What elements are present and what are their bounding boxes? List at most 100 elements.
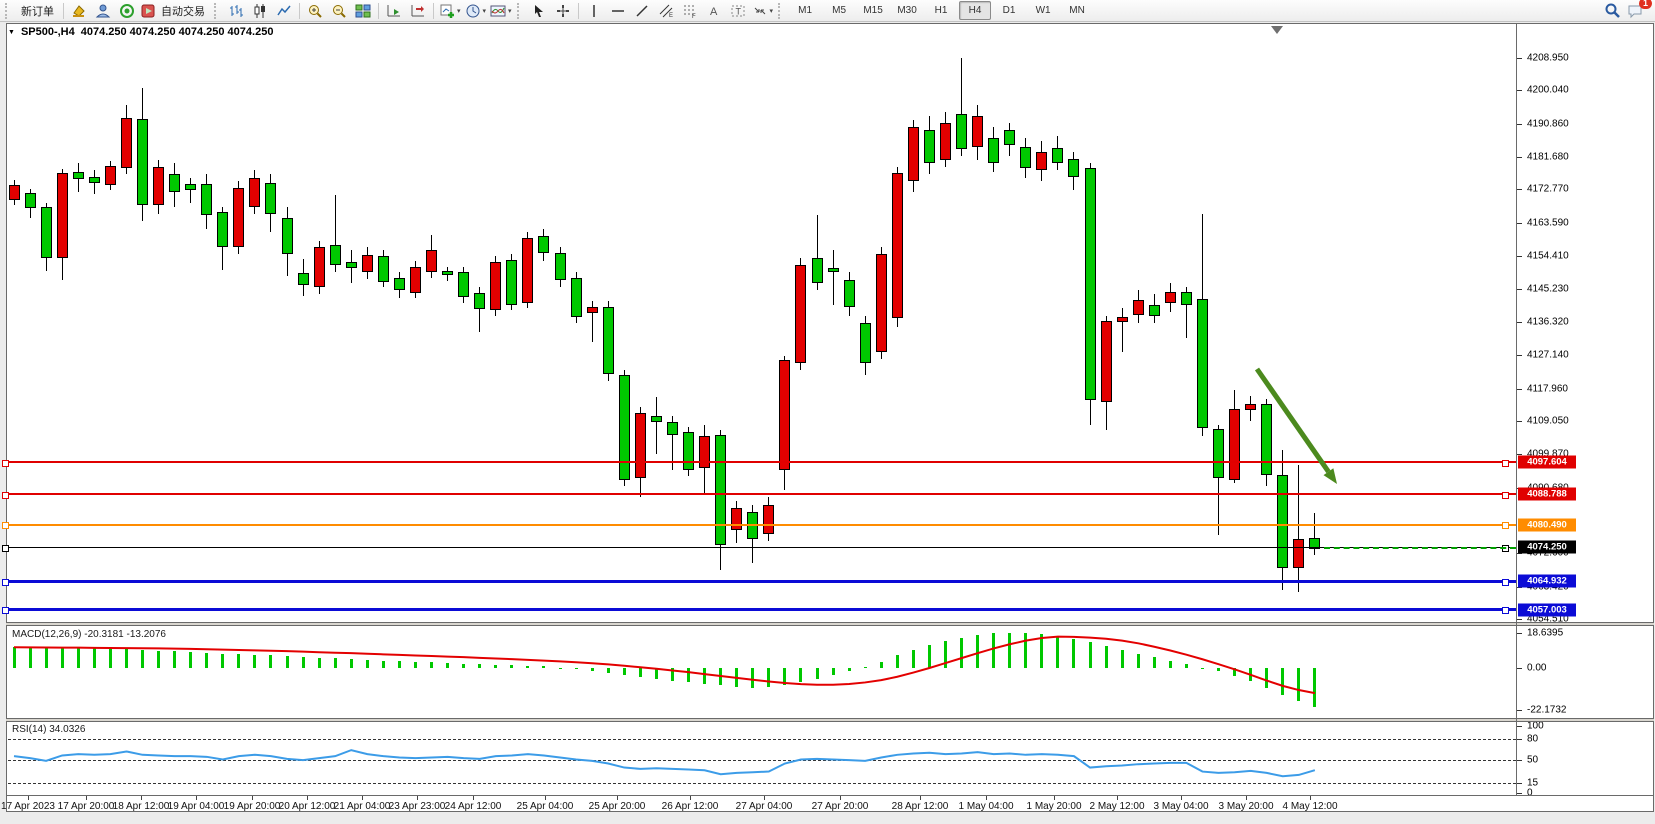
- text-tool-icon[interactable]: A: [703, 1, 725, 21]
- zoom-out-icon[interactable]: [328, 1, 350, 21]
- templates-icon[interactable]: ▾: [489, 1, 513, 21]
- macd-histogram-bar: [751, 668, 754, 688]
- text-label-tool-icon[interactable]: T: [727, 1, 749, 21]
- candle: [378, 256, 389, 282]
- macd-histogram-bar: [559, 668, 562, 669]
- pane-splitter[interactable]: [6, 718, 1654, 719]
- horizontal-line-object[interactable]: [8, 493, 1516, 495]
- candle: [635, 413, 646, 478]
- line-handle[interactable]: [1502, 579, 1509, 586]
- macd-signal-line: [8, 626, 1516, 718]
- periods-icon[interactable]: ▾: [464, 1, 488, 21]
- candlestick-chart-type-icon[interactable]: [249, 1, 271, 21]
- annotation-arrow[interactable]: [8, 38, 1516, 622]
- time-tick-mark: [617, 796, 618, 800]
- macd-main-value: -20.3181: [84, 629, 123, 640]
- line-handle[interactable]: [2, 607, 9, 614]
- time-tick-mark: [920, 796, 921, 800]
- pane-splitter[interactable]: [6, 622, 1654, 623]
- timeframe-button-w1[interactable]: W1: [1027, 1, 1059, 20]
- time-tick-label: 27 Apr 20:00: [812, 801, 869, 812]
- timeframe-button-mn[interactable]: MN: [1061, 1, 1093, 20]
- line-chart-type-icon[interactable]: [273, 1, 295, 21]
- stamp-icon[interactable]: [68, 1, 90, 21]
- candle: [1052, 148, 1063, 163]
- macd-histogram-bar: [960, 638, 963, 668]
- crosshair-tool-icon[interactable]: [552, 1, 574, 21]
- timeframe-button-h1[interactable]: H1: [925, 1, 957, 20]
- bar-chart-type-icon[interactable]: [225, 1, 247, 21]
- chart-menu-triangle-icon[interactable]: ▼: [8, 29, 15, 36]
- macd-tick-mark: [1517, 710, 1522, 711]
- time-tick-label: 25 Apr 20:00: [589, 801, 646, 812]
- candle: [282, 218, 293, 254]
- line-handle[interactable]: [1502, 492, 1509, 499]
- timeframe-button-m1[interactable]: M1: [789, 1, 821, 20]
- time-tick-mark: [690, 796, 691, 800]
- notification-badge: 1: [1639, 0, 1652, 9]
- candle: [522, 238, 533, 303]
- line-handle[interactable]: [1502, 607, 1509, 614]
- timeframe-button-m30[interactable]: M30: [891, 1, 923, 20]
- horizontal-line-object[interactable]: [8, 524, 1516, 526]
- timeframe-button-h4[interactable]: H4: [959, 1, 991, 20]
- fibonacci-tool-icon[interactable]: F: [679, 1, 701, 21]
- horizontal-line-object[interactable]: [8, 608, 1516, 611]
- macd-histogram-bar: [109, 649, 112, 668]
- svg-text:T: T: [735, 6, 741, 16]
- auto-scroll-icon[interactable]: [383, 1, 405, 21]
- chart-shift-icon[interactable]: [407, 1, 429, 21]
- horizontal-line-object[interactable]: [8, 580, 1516, 583]
- arrows-tool-icon[interactable]: ▾: [751, 1, 775, 21]
- profile-icon[interactable]: [92, 1, 114, 21]
- line-handle[interactable]: [2, 460, 9, 467]
- chart-title-bar: ▼ SP500-,H4 4074.250 4074.250 4074.250 4…: [8, 26, 273, 38]
- search-icon[interactable]: [1601, 1, 1623, 21]
- cursor-tool-icon[interactable]: [528, 1, 550, 21]
- line-handle[interactable]: [2, 492, 9, 499]
- indicators-icon[interactable]: ▾: [438, 1, 462, 21]
- line-handle[interactable]: [1502, 460, 1509, 467]
- line-handle[interactable]: [2, 579, 9, 586]
- rsi-tick-mark: [1517, 739, 1522, 740]
- vertical-line-tool-icon[interactable]: [583, 1, 605, 21]
- chart-shift-marker[interactable]: [1271, 26, 1283, 34]
- toolbar-grip: [5, 3, 12, 19]
- trendline-tool-icon[interactable]: [631, 1, 653, 21]
- rsi-value: 34.0326: [49, 724, 85, 735]
- candle: [362, 255, 373, 272]
- horizontal-line-tool-icon[interactable]: [607, 1, 629, 21]
- signals-icon[interactable]: [116, 1, 138, 21]
- timeframe-button-m15[interactable]: M15: [857, 1, 889, 20]
- candle: [1181, 292, 1192, 305]
- macd-histogram-bar: [1008, 633, 1011, 668]
- timeframe-button-d1[interactable]: D1: [993, 1, 1025, 20]
- candle: [795, 265, 806, 363]
- main-chart-pane[interactable]: [8, 38, 1516, 622]
- line-handle[interactable]: [1502, 522, 1509, 529]
- candle: [1101, 321, 1112, 402]
- notifications-icon[interactable]: 1: [1625, 1, 1647, 21]
- time-tick-label: 23 Apr 23:00: [389, 801, 446, 812]
- macd-histogram-bar: [783, 668, 786, 685]
- time-tick-label: 3 May 04:00: [1153, 801, 1208, 812]
- horizontal-line-object[interactable]: [8, 461, 1516, 463]
- zoom-in-icon[interactable]: [304, 1, 326, 21]
- macd-indicator-pane[interactable]: MACD(12,26,9) -20.3181 -13.2076: [8, 626, 1516, 718]
- macd-histogram-bar: [639, 668, 642, 677]
- candle: [731, 508, 742, 530]
- tile-windows-icon[interactable]: [352, 1, 374, 21]
- auto-trading-button[interactable]: 自动交易: [140, 1, 210, 21]
- price-tick-mark: [1517, 58, 1522, 59]
- horizontal-line-object[interactable]: [8, 547, 1516, 548]
- line-handle[interactable]: [2, 522, 9, 529]
- rsi-indicator-pane[interactable]: RSI(14) 34.0326: [8, 722, 1516, 795]
- line-handle[interactable]: [2, 545, 9, 552]
- macd-histogram-bar: [896, 655, 899, 668]
- equidistant-channel-tool-icon[interactable]: E: [655, 1, 677, 21]
- timeframe-button-m5[interactable]: M5: [823, 1, 855, 20]
- line-price-label: 4080.490: [1518, 518, 1576, 531]
- new-order-button[interactable]: 新订单: [16, 1, 59, 21]
- macd-histogram-bar: [1169, 661, 1172, 668]
- candle: [956, 114, 967, 149]
